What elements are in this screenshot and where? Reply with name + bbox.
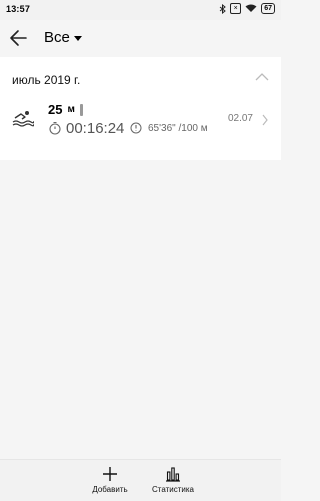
workout-pace: 65'36" /100 м xyxy=(148,123,208,134)
sim-x-icon: × xyxy=(230,3,242,14)
stopwatch-icon xyxy=(49,121,61,135)
add-button[interactable]: Добавить xyxy=(90,466,130,494)
status-bar: 13:57 × 67 xyxy=(0,0,281,20)
bottom-bar: Добавить Статистика xyxy=(0,459,281,501)
statistics-button[interactable]: Статистика xyxy=(148,466,198,494)
caret-down-icon xyxy=(73,35,82,41)
statistics-label: Статистика xyxy=(151,485,194,494)
workout-duration: 00:16:24 xyxy=(66,120,125,137)
distance-unit: м xyxy=(67,104,75,115)
month-header: июль 2019 г. xyxy=(12,73,81,87)
add-label: Добавить xyxy=(92,485,128,494)
filter-dropdown[interactable]: Все xyxy=(44,29,82,46)
workout-list-item[interactable]: 25 м 00:16:24 65'36" /100 м 02.07 xyxy=(0,97,281,151)
chevron-right-icon xyxy=(262,114,268,126)
workout-date: 02.07 xyxy=(227,113,253,124)
filter-label: Все xyxy=(44,29,70,46)
status-icons: × 67 xyxy=(219,3,275,14)
workout-list-card: июль 2019 г. 25 м 00:16:24 65'36" /100 м… xyxy=(0,57,281,160)
pace-icon xyxy=(130,122,142,134)
pool-bar-icon xyxy=(79,103,83,116)
workout-distance: 25 м xyxy=(48,102,83,117)
bar-chart-icon xyxy=(166,467,180,482)
bluetooth-icon xyxy=(219,3,227,14)
status-time: 13:57 xyxy=(6,4,31,14)
chevron-up-icon[interactable] xyxy=(255,72,269,82)
wifi-icon xyxy=(245,4,257,12)
plus-icon xyxy=(103,467,117,481)
swimming-icon xyxy=(12,111,34,127)
distance-value: 25 xyxy=(48,102,63,117)
arrow-left-icon[interactable] xyxy=(8,27,30,49)
battery-icon: 67 xyxy=(261,3,275,14)
toolbar: Все xyxy=(0,20,281,56)
